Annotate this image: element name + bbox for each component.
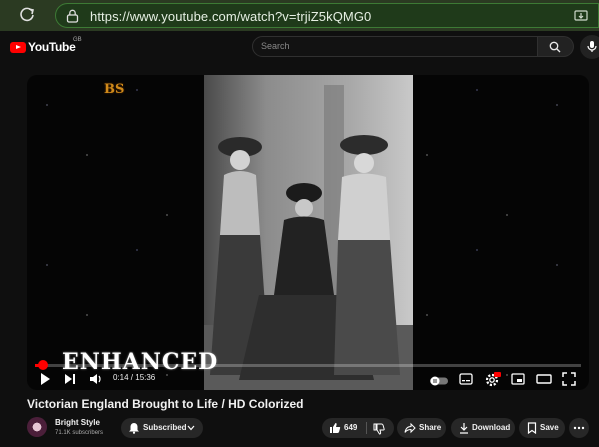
address-bar[interactable]: https://www.youtube.com/watch?v=trjiZ5kQ… — [55, 3, 599, 28]
search-button[interactable] — [538, 36, 574, 57]
thumbs-up-icon[interactable] — [329, 422, 341, 434]
more-horizontal-icon — [573, 426, 585, 430]
like-count[interactable]: 649 — [344, 423, 357, 432]
channel-name[interactable]: Bright Style — [55, 418, 100, 427]
download-icon — [460, 423, 468, 434]
fullscreen-icon[interactable] — [562, 371, 576, 387]
progress-bar[interactable] — [35, 360, 581, 370]
like-dislike-group: 649 — [322, 418, 394, 438]
channel-watermark: BS — [104, 82, 125, 97]
search-input[interactable]: Search — [252, 36, 538, 57]
refresh-icon[interactable] — [18, 6, 36, 24]
youtube-play-logo-icon — [10, 41, 26, 53]
player-controls: 0:14 / 15:36 — [27, 370, 589, 390]
save-button[interactable]: Save — [519, 418, 565, 438]
chevron-down-icon — [187, 425, 195, 431]
youtube-logo[interactable]: YouTube GB — [10, 37, 82, 54]
share-icon — [404, 422, 416, 434]
channel-avatar[interactable] — [27, 417, 47, 437]
install-app-icon[interactable] — [574, 9, 588, 23]
bookmark-icon — [527, 422, 537, 434]
logo-text: YouTube — [28, 40, 76, 54]
theater-mode-icon[interactable] — [536, 371, 552, 387]
download-button[interactable]: Download — [451, 418, 515, 438]
like-divider — [366, 422, 367, 434]
victorian-women-photo — [204, 75, 413, 390]
download-label: Download — [472, 423, 511, 432]
youtube-header: YouTube GB Search — [0, 31, 599, 65]
volume-icon[interactable] — [89, 371, 103, 387]
share-button[interactable]: Share — [397, 418, 446, 438]
save-label: Save — [540, 423, 559, 432]
search-icon — [549, 41, 561, 53]
time-display: 0:14 / 15:36 — [113, 373, 156, 382]
video-player[interactable]: BS ENHANCED 0:14 / 15:36 — [27, 75, 589, 390]
subtitles-icon[interactable] — [459, 371, 473, 387]
subscribed-button[interactable]: Subscribed — [121, 418, 203, 438]
country-code: GB — [73, 37, 82, 43]
more-actions-button[interactable] — [569, 418, 589, 438]
browser-toolbar: https://www.youtube.com/watch?v=trjiZ5kQ… — [0, 0, 599, 31]
bell-icon — [129, 423, 139, 434]
subscribed-label: Subscribed — [143, 423, 187, 432]
autoplay-toggle-icon[interactable] — [429, 373, 449, 389]
url-text[interactable]: https://www.youtube.com/watch?v=trjiZ5kQ… — [90, 9, 371, 24]
video-frame — [204, 75, 413, 390]
voice-search-button[interactable] — [580, 35, 599, 59]
microphone-icon — [587, 41, 597, 52]
miniplayer-icon[interactable] — [511, 371, 525, 387]
lock-icon[interactable] — [66, 9, 79, 23]
subscriber-count: 71.1K subscribers — [55, 430, 104, 436]
settings-gear-icon[interactable] — [485, 371, 501, 387]
play-icon[interactable] — [39, 371, 51, 387]
search-placeholder: Search — [261, 41, 290, 51]
video-title: Victorian England Brought to Life / HD C… — [27, 397, 304, 411]
thumbs-down-icon[interactable] — [373, 423, 385, 435]
share-label: Share — [419, 423, 442, 432]
next-icon[interactable] — [64, 371, 76, 387]
